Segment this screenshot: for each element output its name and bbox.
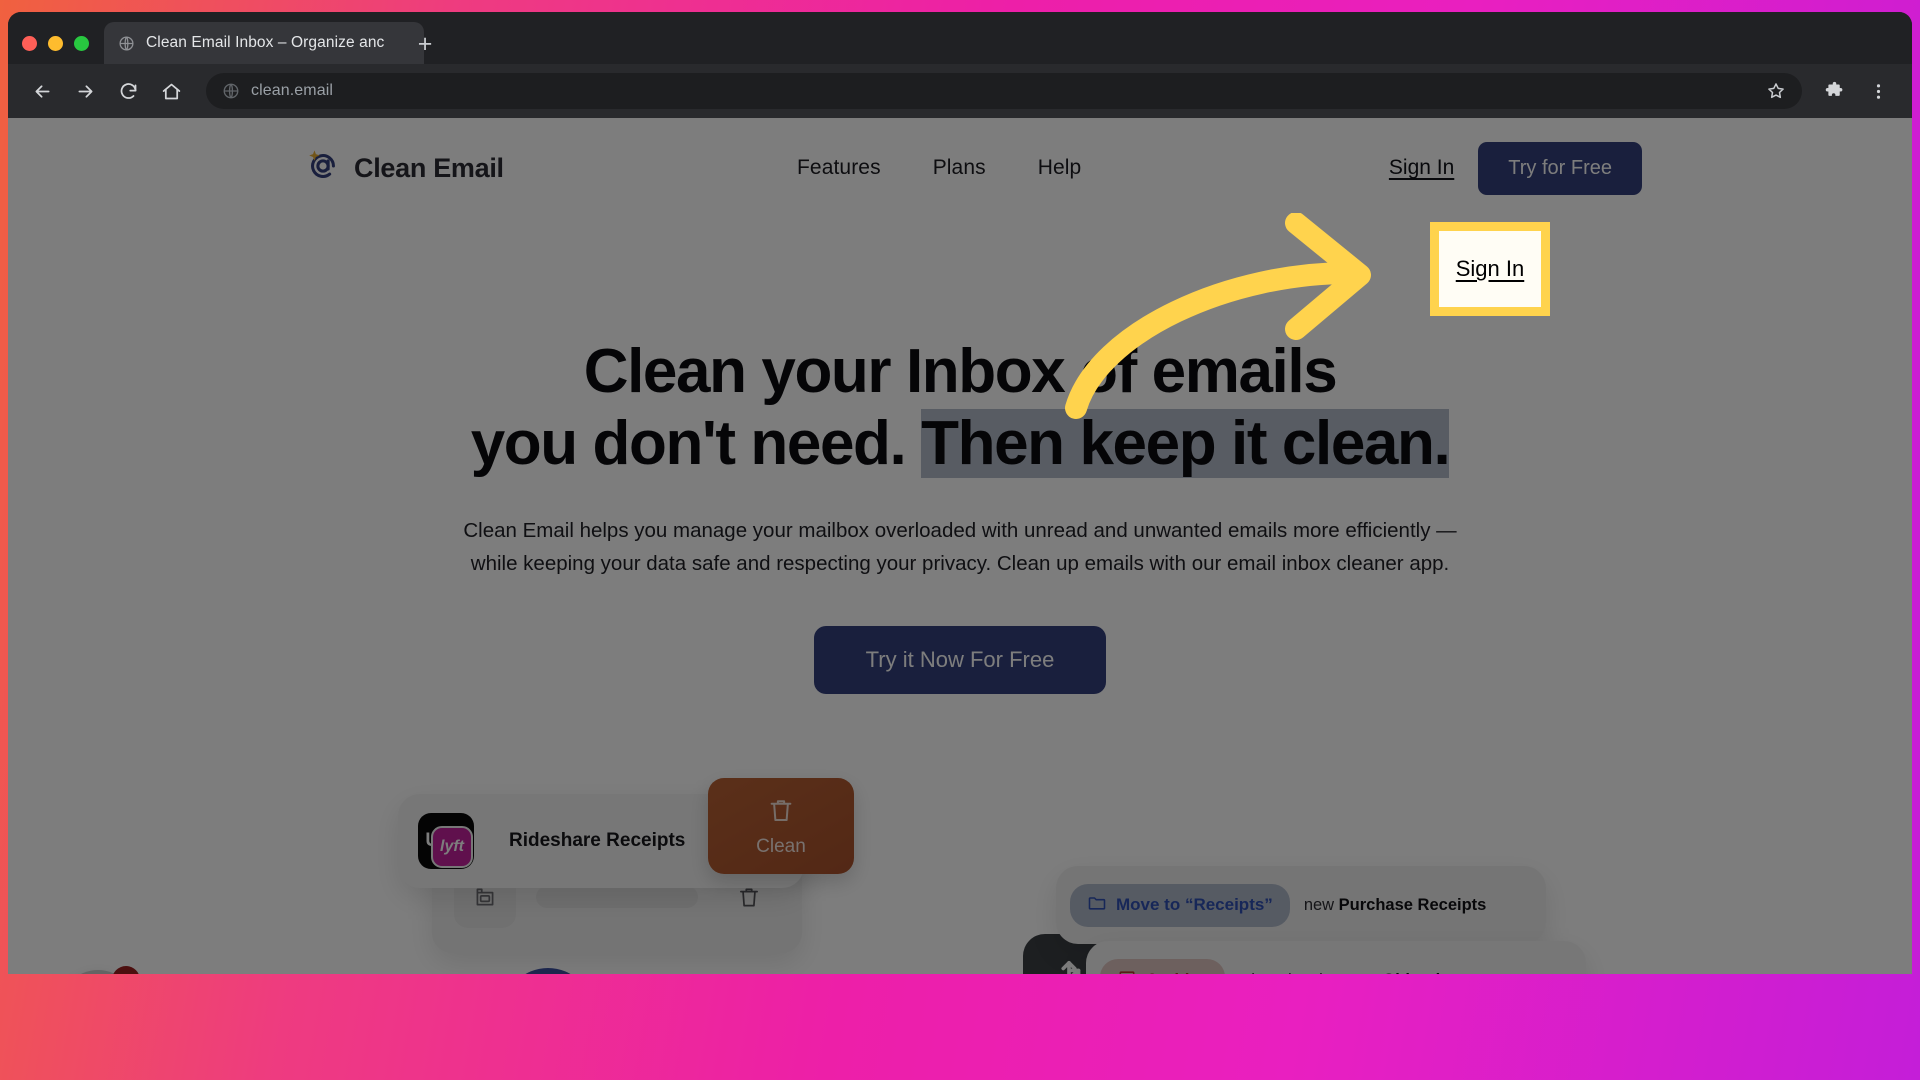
rule-pill-move-label: Move to “Receipts” [1116,895,1273,914]
hero-illustration: Uber lyft Rideshare Receipts Clean g. [8,758,1912,974]
site-globe-icon [222,82,240,100]
main-navigation: Features Plans Help [797,156,1081,180]
nav-item-help[interactable]: Help [1038,156,1082,180]
browser-toolbar: clean.email [8,64,1912,118]
folder-icon [1087,893,1107,918]
rideshare-card-title: Rideshare Receipts [509,830,686,851]
site-header: Clean Email Features Plans Help Sign In … [8,118,1912,218]
rule-text-move-plain: new [1303,895,1339,914]
page-title: Clean your Inbox of emails you don't nee… [8,336,1912,480]
archive-box-icon [1117,968,1137,974]
try-it-now-for-free-button[interactable]: Try it Now For Free [813,626,1107,695]
hero-subheading: Clean Email helps you manage your mailbo… [430,514,1490,580]
rule-pill-archive[interactable]: Archive [1100,958,1226,974]
header-actions: Sign In Try for Free [1387,141,1642,195]
nav-item-features[interactable]: Features [797,156,881,180]
groupon-sender-badge: g. 1 [60,966,140,974]
sign-in-highlight-label[interactable]: Sign In [1456,256,1525,282]
site-logo-text: Clean Email [354,152,504,183]
rule-pill-archive-label: Archive [1146,970,1208,974]
home-button[interactable] [151,71,191,111]
back-button[interactable] [22,71,62,111]
close-window-button[interactable] [22,36,37,51]
clean-button-label: Clean [756,835,806,857]
puzzle-icon[interactable] [1814,71,1854,111]
placeholder-bar [536,886,698,908]
sign-in-wrapper: Sign In [1387,156,1456,180]
url-text: clean.email [251,82,334,99]
rule-text-move-bold: Purchase Receipts [1338,895,1487,914]
rule-card-archive[interactable]: Archive when they become Older than a ye… [1086,941,1586,974]
forward-button[interactable] [65,71,105,111]
headline-line-1: Clean your Inbox of emails [583,337,1338,406]
rule-card-move[interactable]: Move to “Receipts” new Purchase Receipts [1056,866,1546,944]
try-for-free-button[interactable]: Try for Free [1478,141,1642,195]
rule-text-archive: when they become Older than a year [1239,971,1517,975]
globe-icon [118,35,135,52]
maximize-window-button[interactable] [74,36,89,51]
browser-tab[interactable]: Clean Email Inbox – Organize anc [104,22,424,64]
trash-icon [766,795,796,830]
user-avatar-illustration [503,968,593,974]
subhead-line-1: Clean Email helps you manage your mailbo… [463,518,1457,542]
address-bar[interactable]: clean.email [206,73,1802,109]
toolbar-right-group [1814,71,1898,111]
reload-button[interactable] [108,71,148,111]
tab-strip: Clean Email Inbox – Organize anc + [8,12,1912,64]
rule-text-archive-plain: when they become [1239,971,1382,975]
headline-line-2-plain: you don't need. [470,408,922,478]
subhead-line-2: while keeping your data safe and respect… [470,552,1450,576]
hero-section: Clean your Inbox of emails you don't nee… [8,336,1912,695]
site-logo[interactable]: Clean Email [304,147,504,190]
tab-title: Clean Email Inbox – Organize anc [146,34,385,51]
clean-action-button[interactable]: Clean [708,778,854,874]
minimize-window-button[interactable] [48,36,63,51]
at-sparkle-icon [304,147,342,190]
sign-in-link[interactable]: Sign In [1387,152,1456,183]
lyft-logo: lyft [431,826,473,868]
headline-line-2-selected: Then keep it clean. [921,408,1451,478]
new-tab-button[interactable]: + [412,32,438,59]
nav-item-plans[interactable]: Plans [933,156,986,180]
kebab-menu-icon[interactable] [1858,71,1898,111]
star-icon[interactable] [1766,81,1786,101]
browser-window: Clean Email Inbox – Organize anc + clean… [8,12,1912,974]
unread-count-badge: 1 [112,966,140,974]
rule-pill-move[interactable]: Move to “Receipts” [1070,883,1290,927]
rule-text-archive-bold: Older than a year [1382,971,1517,975]
page-viewport: Clean Email Features Plans Help Sign In … [8,118,1912,974]
sign-in-highlight-box: Sign In [1430,222,1550,316]
rule-text-move: new Purchase Receipts [1304,896,1487,915]
window-traffic-lights [22,36,89,51]
